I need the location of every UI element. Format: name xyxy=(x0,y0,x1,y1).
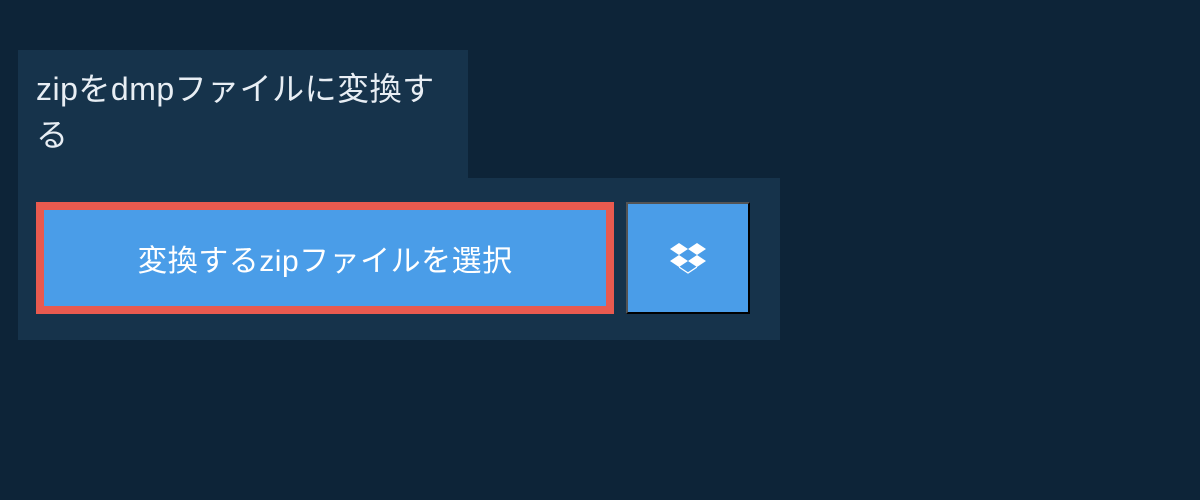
main-container: zipをdmpファイルに変換する 変換するzipファイルを選択 xyxy=(0,0,1200,340)
select-file-label: 変換するzipファイルを選択 xyxy=(137,236,512,280)
dropbox-button[interactable] xyxy=(626,202,750,314)
page-title: zipをdmpファイルに変換する xyxy=(36,64,450,156)
dropbox-icon xyxy=(670,240,706,276)
header-panel: zipをdmpファイルに変換する xyxy=(18,50,468,178)
select-file-button[interactable]: 変換するzipファイルを選択 xyxy=(36,202,614,314)
action-panel: 変換するzipファイルを選択 xyxy=(18,178,780,340)
